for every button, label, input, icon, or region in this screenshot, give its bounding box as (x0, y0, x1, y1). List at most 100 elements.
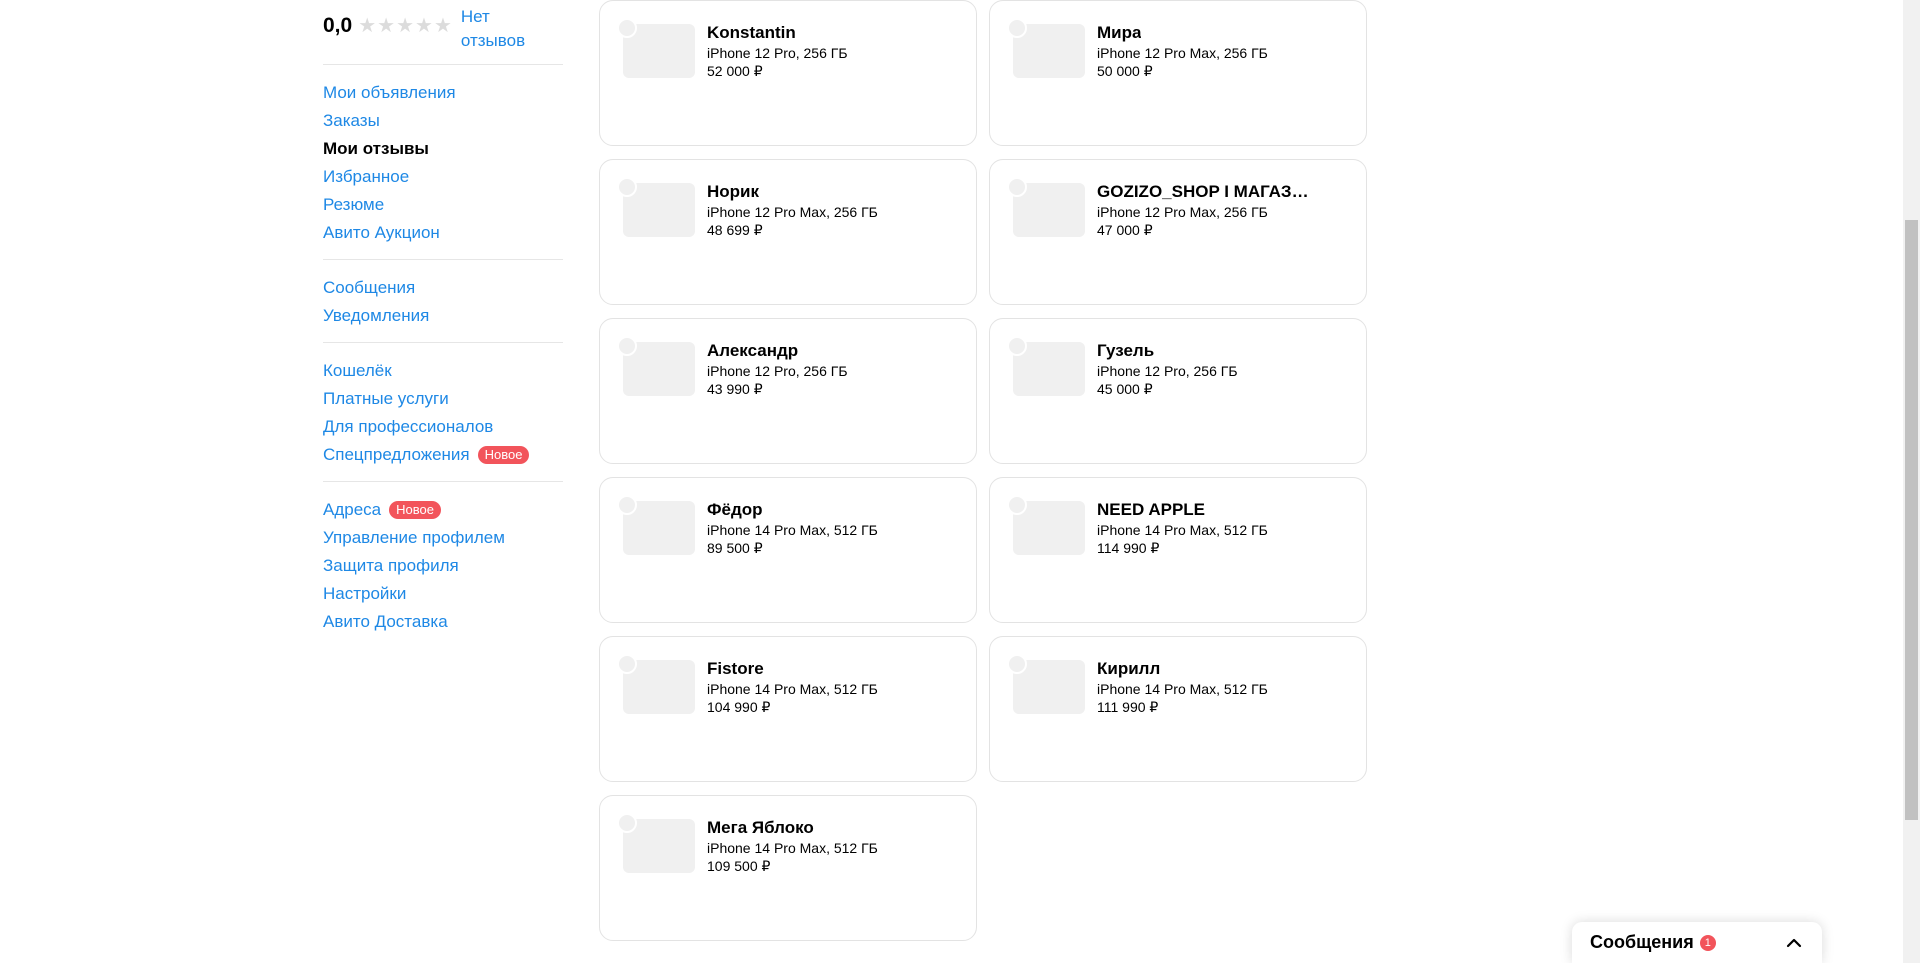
review-card[interactable]: Fistore iPhone 14 Pro Max, 512 ГБ 104 990 … (599, 636, 977, 782)
sidebar-nav-item[interactable]: Защита профиля (323, 552, 563, 580)
product-price: 45 000 ₽ (1097, 381, 1153, 397)
rating-value: 0,0 (323, 14, 353, 37)
seller-name: Гузель (1097, 341, 1155, 360)
sidebar-nav-item-label: Авито Аукцион (323, 223, 440, 242)
product-name: iPhone 14 Pro Max, 512 ГБ (1097, 522, 1268, 538)
sidebar-nav: Мои объявления Заказы Мои отзывы Избранное Р… (323, 79, 563, 636)
new-badge: Новое (477, 446, 530, 464)
seller-name: NEED APPLE (1097, 500, 1206, 519)
sidebar-nav-item-label: Мои объявления (323, 83, 456, 102)
product-name: iPhone 12 Pro Max, 256 ГБ (707, 204, 878, 220)
product-name: iPhone 12 Pro Max, 256 ГБ (1097, 45, 1268, 61)
avatar (617, 336, 637, 356)
sidebar-nav-item-label: Управление профилем (323, 528, 505, 547)
sidebar-nav-item[interactable]: Избранное (323, 163, 563, 191)
review-card[interactable]: NEED APPLE iPhone 14 Pro Max, 512 ГБ 114 9… (989, 477, 1367, 623)
page: 0,0 ★ ★ ★ ★ ★ Нет отзывов Мои объявления… (0, 0, 1920, 963)
sidebar-nav-item[interactable]: Платные услуги (323, 385, 563, 413)
sidebar-nav-item[interactable]: Мои объявления (323, 79, 563, 107)
new-badge: Новое (389, 501, 441, 519)
sidebar-nav-item-label: Заказы (323, 111, 380, 130)
nav-group: Сообщения Уведомления (323, 274, 563, 330)
no-reviews-link[interactable]: Нет отзывов (461, 4, 541, 53)
star-icon: ★ (415, 15, 433, 37)
review-card[interactable]: Кирилл iPhone 14 Pro Max, 512 ГБ 111 990 ₽ (989, 636, 1367, 782)
avatar (617, 813, 637, 833)
product-name: iPhone 14 Pro Max, 512 ГБ (707, 681, 878, 697)
sidebar-nav-item[interactable]: Настройки (323, 580, 563, 608)
review-card[interactable]: Мира iPhone 12 Pro Max, 256 ГБ 50 000 ₽ (989, 0, 1367, 146)
sidebar-nav-item-label: Спецпредложения (323, 445, 470, 464)
review-card[interactable]: Мега Яблоко iPhone 14 Pro Max, 512 ГБ 109 … (599, 795, 977, 941)
avatar (617, 177, 637, 197)
sidebar-nav-item-label: Адреса (323, 500, 382, 519)
seller-name: Мира (1097, 23, 1142, 42)
sidebar-nav-item[interactable]: Управление профилем (323, 524, 563, 552)
product-price: 104 990 ₽ (707, 699, 771, 715)
avatar (1007, 18, 1027, 38)
sidebar-nav-item-label: Уведомления (323, 306, 430, 325)
sidebar-nav-item-label: Настройки (323, 584, 407, 603)
sidebar-nav-item[interactable]: Спецпредложения Новое (323, 441, 563, 469)
messages-widget[interactable]: Сообщения 1 (1572, 922, 1822, 963)
product-price: 89 500 ₽ (707, 540, 763, 556)
review-card[interactable]: Konstantin iPhone 12 Pro, 256 ГБ 52 000 ₽ (599, 0, 977, 146)
rating-row: 0,0 ★ ★ ★ ★ ★ Нет отзывов (323, 0, 563, 62)
scrollbar-thumb[interactable] (1905, 220, 1918, 820)
seller-name: Кирилл (1097, 659, 1161, 678)
product-price: 50 000 ₽ (1097, 63, 1153, 79)
product-price: 47 000 ₽ (1097, 222, 1153, 238)
review-card[interactable]: Гузель iPhone 12 Pro, 256 ГБ 45 000 ₽ (989, 318, 1367, 464)
sidebar-nav-item[interactable]: Для профессионалов (323, 413, 563, 441)
product-price: 48 699 ₽ (707, 222, 763, 238)
star-icon: ★ (433, 15, 452, 37)
review-card[interactable]: Александр iPhone 12 Pro, 256 ГБ 43 990 ₽ (599, 318, 977, 464)
sidebar: 0,0 ★ ★ ★ ★ ★ Нет отзывов Мои объявления… (323, 0, 563, 648)
seller-name: Норик (707, 182, 760, 201)
sidebar-nav-item-label: Избранное (323, 167, 410, 186)
messages-widget-title: Сообщения (1590, 932, 1694, 952)
sidebar-nav-item[interactable]: Кошелёк (323, 357, 563, 385)
messages-count-badge: 1 (1699, 934, 1716, 951)
sidebar-nav-item[interactable]: Сообщения (323, 274, 563, 302)
product-price: 52 000 ₽ (707, 63, 763, 79)
sidebar-nav-item[interactable]: Заказы (323, 107, 563, 135)
sidebar-nav-item-label: Защита профиля (323, 556, 459, 575)
sidebar-nav-item-label: Платные услуги (323, 389, 449, 408)
divider (323, 64, 563, 65)
review-card[interactable]: Норик iPhone 12 Pro Max, 256 ГБ 48 699 ₽ (599, 159, 977, 305)
seller-name: Konstantin (707, 23, 796, 42)
review-card[interactable]: Фёдор iPhone 14 Pro Max, 512 ГБ 89 500 ₽ (599, 477, 977, 623)
sidebar-nav-item-label: Для профессионалов (323, 417, 494, 436)
sidebar-nav-item[interactable]: Адреса Новое (323, 496, 563, 524)
divider (323, 481, 563, 482)
product-name: iPhone 12 Pro, 256 ГБ (1097, 363, 1238, 379)
seller-name: Fistore (707, 659, 764, 678)
sidebar-nav-item[interactable]: Авито Доставка (323, 608, 563, 636)
sidebar-nav-item[interactable]: Мои отзывы (323, 135, 563, 163)
avatar (617, 18, 637, 38)
product-name: iPhone 12 Pro Max, 256 ГБ (1097, 204, 1268, 220)
avatar (617, 495, 637, 515)
sidebar-nav-item[interactable]: Резюме (323, 191, 563, 219)
sidebar-nav-item[interactable]: Уведомления (323, 302, 563, 330)
sidebar-nav-item-label: Сообщения (323, 278, 416, 297)
seller-name: GOZIZO_SHOP I МАГАЗИН... (1097, 182, 1317, 201)
rating-stars: ★ ★ ★ ★ ★ (358, 4, 453, 48)
divider (323, 342, 563, 343)
product-name: iPhone 12 Pro, 256 ГБ (707, 45, 848, 61)
review-card[interactable]: GOZIZO_SHOP I МАГАЗИН... iPhone 12 Pro Ma… (989, 159, 1367, 305)
sidebar-nav-item-label: Мои отзывы (323, 139, 429, 158)
avatar (617, 654, 637, 674)
sidebar-nav-item-label: Кошелёк (323, 361, 392, 380)
product-name: iPhone 12 Pro, 256 ГБ (707, 363, 848, 379)
sidebar-nav-item-label: Резюме (323, 195, 385, 214)
nav-group: Адреса Новое Управление профилем Защита про… (323, 496, 563, 636)
divider (323, 259, 563, 260)
product-price: 109 500 ₽ (707, 858, 771, 874)
sidebar-nav-item[interactable]: Авито Аукцион (323, 219, 563, 247)
star-icon: ★ (396, 15, 415, 37)
product-price: 43 990 ₽ (707, 381, 763, 397)
nav-group: Мои объявления Заказы Мои отзывы Избранное Р… (323, 79, 563, 247)
chevron-up-icon[interactable] (1784, 933, 1804, 953)
